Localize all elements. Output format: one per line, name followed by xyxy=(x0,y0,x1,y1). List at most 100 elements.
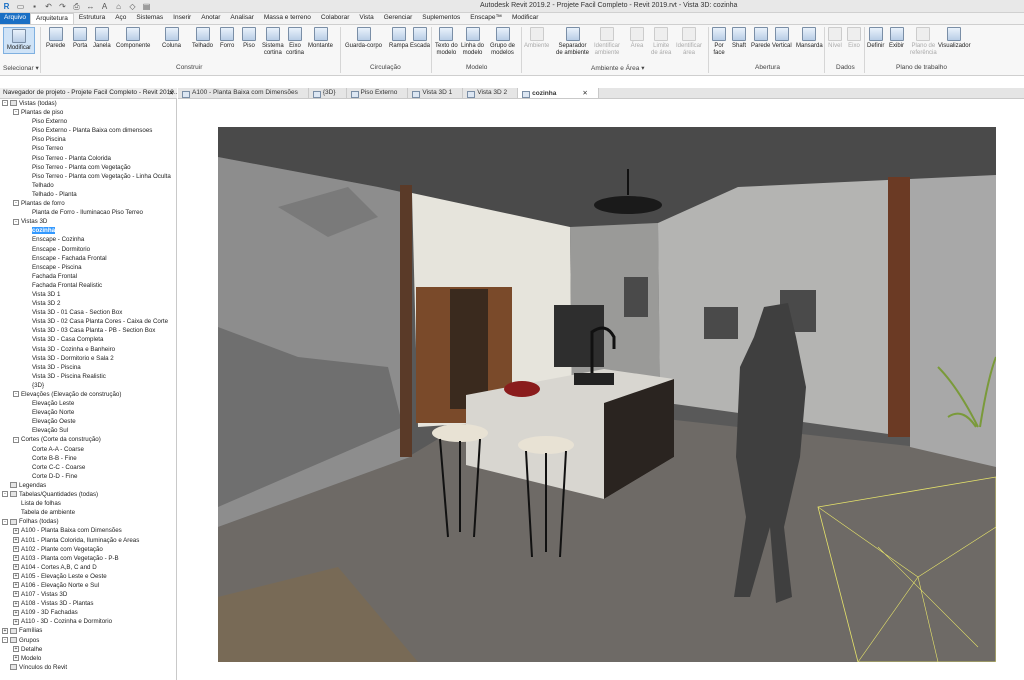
view-tab[interactable]: Vista 3D 2 xyxy=(463,88,519,98)
ribbon-tab-1[interactable]: Arquitetura xyxy=(30,13,74,24)
tree-item[interactable]: + A107 - Vistas 3D xyxy=(0,590,176,599)
ribbon-tab-7[interactable]: Analisar xyxy=(225,13,258,24)
tree-item[interactable]: Enscape - Dormitorio xyxy=(0,245,176,254)
tree-item[interactable]: + A108 - Vistas 3D - Plantas xyxy=(0,599,176,608)
open-icon[interactable]: ▭ xyxy=(16,2,25,11)
ribbon-tab-12[interactable]: Suplementos xyxy=(417,13,465,24)
vertical-opening-tool[interactable]: Vertical xyxy=(772,27,792,50)
panel-ambiente-area[interactable]: Ambiente e Área ▾ xyxy=(591,64,645,72)
collapse-icon[interactable]: - xyxy=(13,391,19,398)
tree-item[interactable]: + A105 - Elevação Leste e Oeste xyxy=(0,572,176,581)
modify-tool[interactable]: Modificar xyxy=(3,27,35,54)
expand-icon[interactable]: + xyxy=(13,645,19,652)
expand-icon[interactable]: + xyxy=(13,573,19,580)
tree-item[interactable]: - Elevações (Elevação de construção) xyxy=(0,390,176,399)
expand-icon[interactable]: + xyxy=(13,618,19,625)
tag-area-tool[interactable]: Identificar área xyxy=(676,27,702,56)
ribbon-tab-11[interactable]: Gerenciar xyxy=(379,13,418,24)
tree-item[interactable]: Vista 3D - Dormitorio e Sala 2 xyxy=(0,354,176,363)
ribbon-tab-4[interactable]: Sistemas xyxy=(131,13,168,24)
expand-icon[interactable]: + xyxy=(13,527,19,534)
by-face-tool[interactable]: Por face xyxy=(712,27,726,56)
level-tool[interactable]: Nível xyxy=(828,27,842,50)
set-workplane-tool[interactable]: Definir xyxy=(867,27,884,50)
tree-item[interactable]: Telhado xyxy=(0,181,176,190)
ribbon-tab-13[interactable]: Enscape™ xyxy=(465,13,507,24)
model-text-tool[interactable]: Texto do modelo xyxy=(435,27,458,56)
view-tab[interactable]: Piso Externo xyxy=(347,88,409,98)
tree-item[interactable]: Vista 3D 2 xyxy=(0,299,176,308)
tree-item[interactable]: Telhado - Planta xyxy=(0,190,176,199)
tree-item[interactable]: Elevação Oeste xyxy=(0,417,176,426)
tree-item[interactable]: Vista 3D - 02 Casa Planta Cores - Caixa … xyxy=(0,317,176,326)
tree-item[interactable]: Piso Externo xyxy=(0,117,176,126)
tree-item[interactable]: Planta de Forro - Iluminacao Piso Terreo xyxy=(0,208,176,217)
expand-icon[interactable]: + xyxy=(13,545,19,552)
measure-icon[interactable]: ↔ xyxy=(86,2,95,11)
tree-item[interactable]: Vista 3D - Piscina xyxy=(0,363,176,372)
expand-icon[interactable]: + xyxy=(13,555,19,562)
tree-item[interactable]: - Tabelas/Quantidades (todas) xyxy=(0,490,176,499)
view-tab[interactable]: cozinha ✕ xyxy=(518,88,599,98)
tree-item[interactable]: Corte D-D - Fine xyxy=(0,472,176,481)
undo-icon[interactable]: ↶ xyxy=(44,2,53,11)
tree-item[interactable]: + A106 - Elevação Norte e Sul xyxy=(0,581,176,590)
collapse-icon[interactable]: - xyxy=(2,518,8,525)
section-icon[interactable]: ◇ xyxy=(128,2,137,11)
ribbon-tab-10[interactable]: Vista xyxy=(354,13,378,24)
tree-item[interactable]: Tabela de ambiente xyxy=(0,508,176,517)
3d-viewport-cozinha[interactable] xyxy=(218,127,996,662)
reference-plane-tool[interactable]: Plano de referência xyxy=(910,27,937,56)
railing-tool[interactable]: Guarda-corpo xyxy=(345,27,382,50)
expand-icon[interactable]: + xyxy=(2,627,8,634)
ribbon-tab-2[interactable]: Estrutura xyxy=(74,13,110,24)
panel-selecionar[interactable]: Selecionar ▾ xyxy=(3,64,39,72)
tree-item[interactable]: Piso Piscina xyxy=(0,135,176,144)
collapse-icon[interactable]: - xyxy=(2,636,8,643)
tree-item[interactable]: Fachada Frontal Realistic xyxy=(0,281,176,290)
tree-item[interactable]: Vista 3D 1 xyxy=(0,290,176,299)
tree-item[interactable]: + A110 - 3D - Cozinha e Dormitorio xyxy=(0,617,176,626)
tree-item[interactable]: Corte C-C - Coarse xyxy=(0,463,176,472)
revit-logo-icon[interactable]: R xyxy=(2,2,11,11)
expand-icon[interactable]: + xyxy=(13,655,19,662)
tree-item[interactable]: - Vistas (todas) xyxy=(0,99,176,108)
tree-item[interactable]: - Vistas 3D xyxy=(0,217,176,226)
tree-item[interactable]: - Plantas de forro xyxy=(0,199,176,208)
expand-icon[interactable]: + xyxy=(13,536,19,543)
collapse-icon[interactable]: - xyxy=(13,436,19,443)
3d-view-icon[interactable]: ⌂ xyxy=(114,2,123,11)
close-tab-icon[interactable]: ✕ xyxy=(582,90,587,97)
tree-item[interactable]: + A104 - Cortes A,B, C and D xyxy=(0,563,176,572)
model-line-tool[interactable]: Linha do modelo xyxy=(461,27,484,56)
tree-item[interactable]: Enscape - Piscina xyxy=(0,263,176,272)
ramp-tool[interactable]: Rampa xyxy=(389,27,408,50)
tree-item[interactable]: Lista de folhas xyxy=(0,499,176,508)
view-tab[interactable]: {3D} xyxy=(309,88,347,98)
column-tool[interactable]: Coluna xyxy=(162,27,181,50)
tree-item[interactable]: + A103 - Planta com Vegetação - P-B xyxy=(0,554,176,563)
collapse-icon[interactable]: - xyxy=(13,218,19,225)
wall-opening-tool[interactable]: Parede xyxy=(751,27,770,50)
tree-item[interactable]: Elevação Leste xyxy=(0,399,176,408)
tree-item[interactable]: - Plantas de piso xyxy=(0,108,176,117)
door-tool[interactable]: Porta xyxy=(73,27,87,50)
room-separator-tool[interactable]: Separador de ambiente xyxy=(556,27,589,56)
area-tool[interactable]: Área xyxy=(630,27,644,50)
expand-icon[interactable]: + xyxy=(13,564,19,571)
tree-item[interactable]: + Detalhe xyxy=(0,645,176,654)
collapse-icon[interactable]: - xyxy=(2,491,8,498)
component-tool[interactable]: Componente xyxy=(116,27,150,50)
tree-item[interactable]: cozinha xyxy=(0,226,176,235)
model-group-tool[interactable]: Grupo de modelos xyxy=(490,27,515,56)
print-icon[interactable]: ⎙ xyxy=(72,2,81,11)
collapse-icon[interactable]: - xyxy=(2,100,8,107)
tree-item[interactable]: Piso Terreo - Planta com Vegetação xyxy=(0,163,176,172)
tree-item[interactable]: Vista 3D - Piscina Realistic xyxy=(0,372,176,381)
curtain-system-tool[interactable]: Sistema cortina xyxy=(262,27,284,56)
tree-item[interactable]: Elevação Sul xyxy=(0,426,176,435)
floor-tool[interactable]: Piso xyxy=(242,27,256,50)
tree-item[interactable]: Enscape - Fachada Frontal xyxy=(0,254,176,263)
room-tool[interactable]: Ambiente xyxy=(524,27,549,50)
ribbon-tab-0[interactable]: Arquivo xyxy=(0,13,31,24)
